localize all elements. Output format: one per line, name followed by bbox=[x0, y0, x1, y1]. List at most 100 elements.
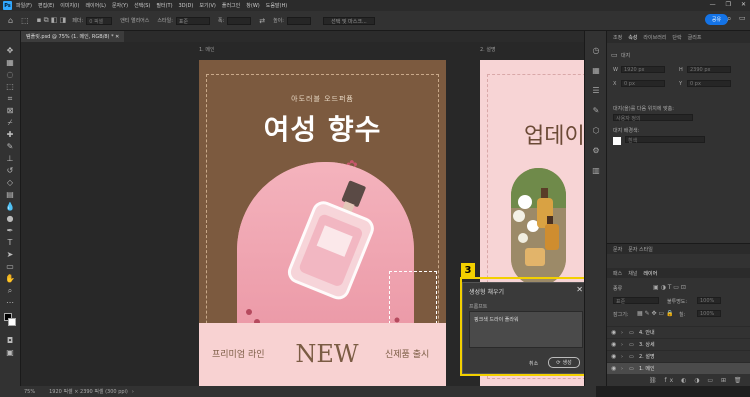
gradient-tool-icon[interactable]: ▤ bbox=[4, 189, 16, 200]
move-tool-icon[interactable]: ✥ bbox=[4, 45, 16, 56]
shape-tool-icon[interactable]: ▭ bbox=[4, 261, 16, 272]
brush-tool-icon[interactable]: ✎ bbox=[4, 141, 16, 152]
workspace-icon[interactable]: ▭ bbox=[739, 14, 746, 22]
libraries-icon[interactable]: ☰ bbox=[590, 85, 602, 96]
tab-adjust[interactable]: 조정 bbox=[613, 34, 622, 41]
h-field[interactable]: 2390 px bbox=[687, 66, 731, 73]
artboard-1-label[interactable]: 1. 메인 bbox=[199, 46, 215, 53]
maximize-button[interactable]: ❐ bbox=[726, 1, 731, 8]
menu-edit[interactable]: 편집(E) bbox=[38, 2, 54, 9]
width-field[interactable] bbox=[227, 16, 252, 25]
layer-row[interactable]: ◉ › ▭ 2. 설명 bbox=[607, 350, 750, 362]
chevron-right-icon[interactable]: › bbox=[621, 354, 629, 360]
home-icon[interactable]: ⌂ bbox=[8, 16, 13, 25]
bg-color-select[interactable]: 흰색 bbox=[625, 136, 705, 144]
artboard-2-label[interactable]: 2. 설명 bbox=[480, 46, 496, 53]
menu-plugins[interactable]: 플러그인 bbox=[222, 2, 240, 9]
eye-icon[interactable]: ◉ bbox=[611, 365, 621, 372]
tab-paragraph[interactable]: 단락 bbox=[672, 34, 681, 41]
layer-comps-icon[interactable]: ▥ bbox=[590, 165, 602, 176]
antialias-label[interactable]: 앤티 앨리어스 bbox=[120, 17, 149, 24]
tab-paths[interactable]: 패스 bbox=[613, 270, 622, 277]
tab-glyphs[interactable]: 글리프 bbox=[688, 34, 702, 41]
chevron-right-icon[interactable]: › bbox=[621, 366, 629, 372]
menu-filter[interactable]: 필터(T) bbox=[156, 2, 172, 9]
layer-row-selected[interactable]: ◉ › ▭ 1. 메인 bbox=[607, 362, 750, 374]
prompt-input[interactable]: 핑크색 드라이 플라워 bbox=[469, 311, 583, 348]
opacity-field[interactable]: 100% bbox=[697, 297, 721, 304]
color-swatch-icon[interactable] bbox=[4, 313, 16, 329]
clone-stamp-icon[interactable]: ⊥ bbox=[4, 153, 16, 164]
more-tools-icon[interactable]: ⋯ bbox=[4, 297, 16, 308]
lasso-tool-icon[interactable]: ◌ bbox=[4, 69, 16, 80]
layer-row[interactable]: ◉ › ▭ 3. 상세 bbox=[607, 338, 750, 350]
share-button[interactable]: 공유 bbox=[705, 14, 728, 25]
filter-kind[interactable]: 종류 bbox=[613, 285, 622, 292]
brush-settings-icon[interactable]: ✎ bbox=[590, 105, 602, 116]
y-field[interactable]: 0 px bbox=[687, 80, 731, 87]
lock-icons[interactable]: ▦ ✎ ✥ ▭ 🔒 bbox=[637, 310, 674, 317]
swap-icon[interactable]: ⇄ bbox=[259, 17, 265, 25]
quick-mask-icon[interactable]: ◘ bbox=[4, 335, 16, 346]
menu-view[interactable]: 보기(V) bbox=[199, 2, 216, 9]
swatches-icon[interactable]: ▦ bbox=[590, 65, 602, 76]
select-mask-button[interactable]: 선택 및 마스크... bbox=[322, 16, 375, 25]
w-field[interactable]: 1920 px bbox=[621, 66, 665, 73]
feather-field[interactable]: 0 픽셀 bbox=[86, 16, 113, 25]
bg-color-swatch[interactable] bbox=[613, 137, 621, 145]
chevron-right-icon[interactable]: › bbox=[621, 330, 629, 336]
x-field[interactable]: 0 px bbox=[621, 80, 665, 87]
adjustments-icon[interactable]: ⚙ bbox=[590, 145, 602, 156]
object-select-tool-icon[interactable]: ⬚ bbox=[4, 81, 16, 92]
menu-image[interactable]: 이미지(I) bbox=[60, 2, 79, 9]
menu-select[interactable]: 선택(S) bbox=[134, 2, 150, 9]
menu-help[interactable]: 도움말(H) bbox=[266, 2, 287, 9]
eyedropper-tool-icon[interactable]: ⌿ bbox=[4, 117, 16, 128]
tab-layers[interactable]: 레이어 bbox=[643, 270, 657, 277]
healing-brush-icon[interactable]: ✚ bbox=[4, 129, 16, 140]
tab-properties[interactable]: 속성 bbox=[628, 34, 637, 41]
selection-mode-icons[interactable]: ▪ ⧉ ◧ ◨ bbox=[37, 16, 67, 25]
eye-icon[interactable]: ◉ bbox=[611, 353, 621, 360]
style-select[interactable]: 표준 bbox=[175, 16, 210, 25]
cancel-button[interactable]: 취소 bbox=[529, 360, 538, 367]
crop-tool-icon[interactable]: ⌗ bbox=[4, 93, 16, 104]
chevron-right-icon[interactable]: › bbox=[621, 342, 629, 348]
3d-icon[interactable]: ⬡ bbox=[590, 125, 602, 136]
filter-icons[interactable]: ▣ ◑ T ▭ ⊡ bbox=[653, 284, 686, 291]
preset-select[interactable]: 사용자 정의 bbox=[613, 114, 693, 122]
search-icon[interactable]: ⌕ bbox=[727, 14, 731, 24]
selection-marquee[interactable] bbox=[389, 271, 437, 324]
eye-icon[interactable]: ◉ bbox=[611, 341, 621, 348]
document-tab[interactable]: 템플릿.psd @ 75% (1. 메인, RGB/8) * ✕ bbox=[21, 31, 125, 42]
pen-tool-icon[interactable]: ✒ bbox=[4, 225, 16, 236]
menu-file[interactable]: 파일(F) bbox=[16, 2, 32, 9]
document-info[interactable]: 1920 픽셀 × 2390 픽셀 (300 ppi) bbox=[49, 388, 128, 395]
menu-layer[interactable]: 레이어(L) bbox=[85, 2, 106, 9]
tab-character-styles[interactable]: 문자 스타일 bbox=[628, 246, 653, 253]
tab-channels[interactable]: 채널 bbox=[628, 270, 637, 277]
tab-character[interactable]: 문자 bbox=[613, 246, 622, 253]
screen-mode-icon[interactable]: ▣ bbox=[4, 347, 16, 358]
zoom-level[interactable]: 75% bbox=[24, 389, 35, 395]
layer-row[interactable]: ◉ › ▭ 4. 안내 bbox=[607, 326, 750, 338]
eraser-tool-icon[interactable]: ◇ bbox=[4, 177, 16, 188]
fill-field[interactable]: 100% bbox=[697, 310, 721, 317]
menu-type[interactable]: 문자(Y) bbox=[112, 2, 128, 9]
type-tool-icon[interactable]: T bbox=[4, 237, 16, 248]
close-icon[interactable]: ✕ bbox=[576, 285, 583, 294]
menu-3d[interactable]: 3D(D) bbox=[179, 3, 194, 9]
close-window-button[interactable]: ✕ bbox=[741, 1, 746, 8]
eye-icon[interactable]: ◉ bbox=[611, 329, 621, 336]
marquee-tool-icon[interactable]: ⬚ bbox=[21, 16, 29, 25]
generate-button[interactable]: ⟳ 생성 bbox=[548, 357, 580, 368]
height-field[interactable] bbox=[286, 16, 311, 25]
frame-tool-icon[interactable]: ⊠ bbox=[4, 105, 16, 116]
hand-tool-icon[interactable]: ✋ bbox=[4, 273, 16, 284]
dodge-tool-icon[interactable]: ● bbox=[4, 213, 16, 224]
blur-tool-icon[interactable]: 💧 bbox=[4, 201, 16, 212]
status-arrow-icon[interactable]: › bbox=[132, 389, 134, 395]
minimize-button[interactable]: — bbox=[710, 1, 716, 8]
artboard-tool-icon[interactable]: ▦ bbox=[4, 57, 16, 68]
menu-window[interactable]: 창(W) bbox=[246, 2, 259, 9]
